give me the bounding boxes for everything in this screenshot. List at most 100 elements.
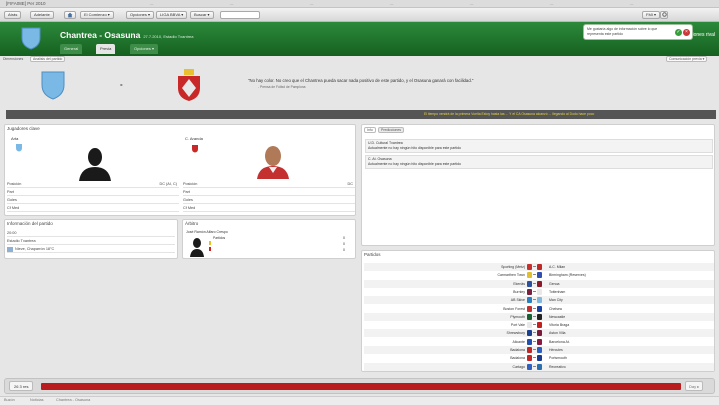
back-button[interactable]: Atrás: [4, 11, 22, 19]
away-team[interactable]: Man City: [549, 296, 563, 304]
away-team[interactable]: Vitoria Braga: [549, 321, 569, 329]
away-crest-icon: [537, 305, 542, 312]
info-notice: Me gustaría algo de información sobre lo…: [583, 24, 693, 40]
match-row[interactable]: Alicante Barcelona At.: [364, 337, 714, 346]
home-team[interactable]: Port Vale: [511, 321, 525, 329]
versus-separator: [533, 290, 536, 292]
tab-previa[interactable]: Previa: [96, 44, 116, 54]
match-stadium: Estadio Txantrea: [7, 238, 175, 245]
fmi-menu[interactable]: FMI ▾: [642, 11, 661, 19]
match-row[interactable]: Plymouth Newcastle: [364, 312, 714, 321]
away-crest-icon: [537, 264, 542, 270]
home-crest-icon: [527, 322, 532, 329]
window-title: [FIFA08E] Per 2010: [6, 1, 46, 6]
forward-button[interactable]: Adelante: [30, 11, 54, 19]
away-crest-icon: [537, 330, 542, 337]
menu-el-comienzo[interactable]: El Comienzo ▾: [80, 11, 114, 19]
analysis-button[interactable]: Analisis del partido: [30, 56, 66, 62]
menu-liga[interactable]: LIGA BBVA ▾: [156, 11, 188, 19]
away-crest-icon: [537, 322, 542, 329]
tab-general[interactable]: General: [60, 44, 83, 54]
home-icon[interactable]: [64, 11, 76, 19]
away-team[interactable]: Barcelona At.: [549, 338, 570, 346]
home-team[interactable]: Carmarthen Town: [497, 271, 525, 279]
home-team[interactable]: Badalona: [510, 346, 525, 354]
pre-match-comms-dropdown[interactable]: Comunicación previa ▾: [666, 56, 708, 62]
match-row[interactable]: Port Vale Vitoria Braga: [364, 321, 714, 330]
match-row[interactable]: Sporting (Metz) A.C. Milan: [364, 263, 714, 271]
home-team[interactable]: Cartago: [513, 363, 525, 371]
continue-button[interactable]: Day ▸: [685, 381, 704, 391]
away-team[interactable]: Aston Villa: [549, 329, 565, 337]
match-row[interactable]: Cartago Recreativo: [364, 362, 714, 371]
away-team[interactable]: Genoa: [549, 280, 560, 288]
home-team[interactable]: Ekenäs: [513, 280, 525, 288]
home-news-text: Actualmente no hay ningún hito disponibl…: [368, 146, 462, 150]
tab-info[interactable]: Info: [364, 127, 376, 133]
tick: —: [150, 2, 154, 6]
home-team[interactable]: Shrewsbury: [507, 329, 525, 337]
away-team[interactable]: Birmingham (Reserves): [549, 271, 586, 279]
referee-name[interactable]: José Ramón Alfaro Crespo: [186, 230, 228, 234]
away-crest-icon: [192, 145, 198, 153]
referee-value: 0: [343, 248, 345, 252]
away-team[interactable]: Chelsea: [549, 305, 562, 313]
status-news[interactable]: Noticias: [30, 398, 44, 402]
home-team[interactable]: Badalona: [510, 354, 525, 362]
status-inbox[interactable]: Buzón: [4, 398, 15, 402]
match-row[interactable]: Shrewsbury Aston Villa: [364, 329, 714, 338]
tab-predicciones[interactable]: Predicciones: [378, 127, 405, 133]
news-panel: Info Predicciones U.D. Cultural Txantrea…: [361, 124, 715, 246]
tab-opciones[interactable]: Opciones ▾: [130, 44, 159, 54]
versus-separator: [533, 340, 536, 342]
home-news-block: U.D. Cultural Txantrea Actualmente no ha…: [365, 139, 713, 153]
match-row[interactable]: Carmarthen Town Birmingham (Reserves): [364, 271, 714, 280]
news-ticker: El tiempo vendrá de la primera Vuelta Es…: [6, 110, 716, 119]
away-crest-icon: [178, 69, 200, 101]
away-crest-icon: [537, 313, 542, 320]
match-row[interactable]: Boston Forest Chelsea: [364, 304, 714, 313]
status-bar: Buzón Noticias Chantrea - Osasuna: [0, 396, 719, 405]
player-silhouette-icon: [79, 148, 111, 181]
away-team[interactable]: Recreativo: [549, 363, 566, 371]
home-player-name[interactable]: Arta: [11, 136, 18, 141]
status-match[interactable]: Chantrea - Osasuna: [56, 398, 90, 402]
home-crest-icon: [527, 297, 532, 304]
home-team[interactable]: Sporting (Metz): [501, 263, 525, 271]
away-player-name[interactable]: C. Aranda: [185, 136, 203, 141]
home-team[interactable]: AB Skive: [511, 296, 525, 304]
match-row[interactable]: Badalona Hércules: [364, 346, 714, 354]
away-team[interactable]: Hércules: [549, 346, 563, 354]
away-team[interactable]: Portsmouth: [549, 354, 567, 362]
menu-opciones[interactable]: Opciones ▾: [126, 11, 155, 19]
close-icon[interactable]: ×: [683, 29, 690, 36]
check-icon[interactable]: ✓: [675, 29, 682, 36]
home-crest-icon: [41, 71, 65, 100]
away-team[interactable]: Newcastle: [549, 313, 565, 321]
dimensions-label: Dimensiones: [3, 57, 24, 61]
home-team[interactable]: Plymouth: [510, 313, 525, 321]
versus-separator: [533, 315, 536, 317]
window-title-bar: [FIFA08E] Per 2010 — — — — — — —: [0, 0, 719, 8]
match-row[interactable]: AB Skive Man City: [364, 296, 714, 305]
referee-value: 0: [343, 236, 345, 240]
versus-separator: [533, 282, 536, 284]
quote-source: - Prensa de Fútbol de Pamplona: [258, 85, 306, 89]
away-team[interactable]: Tottenham: [549, 288, 565, 296]
home-team[interactable]: Boston Forest: [503, 305, 525, 313]
match-row[interactable]: Burnley Tottenham: [364, 287, 714, 296]
away-team[interactable]: A.C. Milan: [549, 263, 565, 271]
referee-stat-label: Partidos: [213, 236, 226, 240]
date-button[interactable]: 26 3 res: [9, 381, 34, 391]
away-news-text: Actualmente no hay ningún hito disponibl…: [368, 162, 462, 166]
gear-icon[interactable]: [660, 11, 668, 19]
referee-panel: Árbitro José Ramón Alfaro Crespo Partido…: [182, 219, 356, 259]
tick: —: [630, 2, 634, 6]
home-team[interactable]: Alicante: [513, 338, 525, 346]
menu-buscar[interactable]: Buscar ▾: [190, 11, 214, 19]
match-row[interactable]: Badalona Portsmouth: [364, 354, 714, 363]
home-team[interactable]: Burnley: [513, 288, 525, 296]
weather-icon: [7, 247, 13, 252]
match-row[interactable]: Ekenäs Genoa: [364, 279, 714, 288]
search-input[interactable]: [220, 11, 260, 19]
